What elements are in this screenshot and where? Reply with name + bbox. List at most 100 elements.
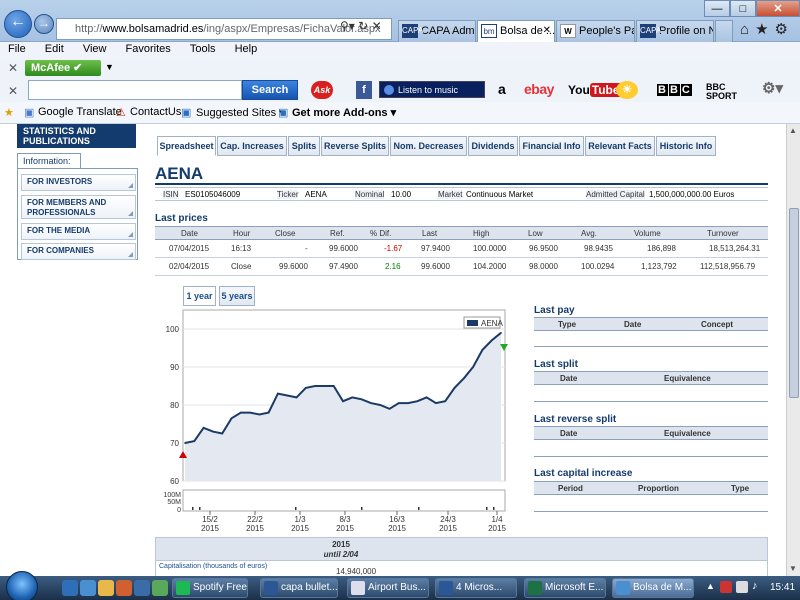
close-tab-icon[interactable]: ✕ [543,21,551,41]
tab-spreadsheet[interactable]: Spreadsheet [157,136,216,156]
stop-icon[interactable]: ✕ [372,19,382,33]
settings-gear-icon[interactable]: ⚙▾ [762,80,783,98]
tab-label: People's Par... [579,25,634,37]
tab-dividends[interactable]: Dividends [468,136,518,156]
network-icon[interactable] [736,581,748,593]
media-quicklaunch-icon[interactable] [116,580,132,596]
tab-cap-increases[interactable]: Cap. Increases [217,136,287,156]
fav-contactus[interactable]: ContactUs [130,106,181,118]
mcafee-button[interactable]: McAfee ✔ [25,60,101,76]
col-date: Date [560,429,578,438]
table-row: 07/04/2015 16:13 - 99.6000 -1.67 97.9400… [155,240,768,258]
tab-financial-info[interactable]: Financial Info [519,136,584,156]
maximize-button[interactable]: □ [730,0,756,17]
tab-favicon: CAPA [402,24,423,38]
tab-label: Profile on N... [659,25,713,37]
close-toolbar-icon[interactable]: ✕ [8,61,18,75]
home-icon[interactable]: ⌂ [740,21,755,38]
menu-help[interactable]: Help [227,42,266,55]
tab-favicon: CAPA [640,24,661,38]
tray-expand-icon[interactable]: ▲ [706,581,715,591]
menu-favorites[interactable]: Favorites [118,42,179,55]
tab-nom-decreases[interactable]: Nom. Decreases [390,136,467,156]
volume-icon[interactable]: ♪ [752,580,758,592]
favorites-star-icon[interactable]: ★ [4,106,14,119]
capital-label: Admitted Capital [586,190,645,199]
nav-statistics-publications[interactable]: STATISTICS AND PUBLICATIONS [17,124,136,148]
minimize-button[interactable]: — [704,0,730,17]
nav-item-members-professionals[interactable]: FOR MEMBERS AND PROFESSIONALS [21,195,136,219]
explorer-quicklaunch-icon[interactable] [80,580,96,596]
menu-edit[interactable]: Edit [37,42,72,55]
y-tick-label: 60 [170,477,179,486]
volume-pane [182,489,506,512]
browser-tab-2[interactable]: bm Bolsa de ... ✕ [477,20,555,42]
cell-turnover: 112,518,956.79 [700,262,756,271]
browser-tab-1[interactable]: CAPACAPA Admi... [398,20,476,42]
nav-item-investors[interactable]: FOR INVESTORS [21,174,136,191]
fav-suggested-sites[interactable]: Suggested Sites ▾ [196,106,285,119]
scroll-up-icon[interactable]: ▲ [789,126,797,135]
taskbar-airport-bus[interactable]: Airport Bus... [347,578,429,598]
fav-get-more-addons[interactable]: Get more Add-ons ▾ [292,106,396,119]
favorites-star-icon[interactable]: ★ [755,21,774,38]
back-button[interactable]: ← [4,10,32,38]
mcafee-dropdown-icon[interactable]: ▼ [105,62,114,72]
range-tab-5-years[interactable]: 5 years [219,286,255,306]
ask-icon[interactable]: Ask [311,81,333,99]
cell-hour: Close [231,262,252,271]
amazon-icon[interactable]: a [498,80,506,98]
nav-item-media[interactable]: FOR THE MEDIA [21,223,136,240]
tab-splits[interactable]: Splits [288,136,320,156]
bbc-icon[interactable]: BBC [657,81,693,99]
start-button[interactable] [6,571,38,600]
facebook-icon[interactable]: f [356,81,372,99]
music-player[interactable]: Listen to music [379,81,485,98]
browser-tab-3[interactable]: WPeople's Par... [556,20,635,42]
nav-item-companies[interactable]: FOR COMPANIES [21,243,136,260]
scroll-down-icon[interactable]: ▼ [789,564,797,573]
refresh-icon[interactable]: ↻ [358,19,368,33]
app-quicklaunch-icon[interactable] [152,580,168,596]
tab-relevant-facts[interactable]: Relevant Facts [585,136,655,156]
taskbar-4-microsoft[interactable]: 4 Micros... [435,578,517,598]
y-tick-label: 100 [166,325,180,334]
search-input[interactable] [28,80,242,100]
browser-tab-4[interactable]: CAPAProfile on N... [636,20,714,42]
gear-icon[interactable]: ⚙ [775,21,794,38]
taskbar-microsoft-excel[interactable]: Microsoft E... [524,578,606,598]
search-dropdown-icon[interactable]: ⚲▾ [340,19,355,33]
taskbar-bolsa-de-madrid[interactable]: Bolsa de M... [612,578,694,598]
tab-reverse-splits[interactable]: Reverse Splits [321,136,389,156]
new-tab-button[interactable] [715,20,733,42]
col-equivalence: Equivalence [664,374,711,383]
desktop-quicklaunch-icon[interactable] [134,580,150,596]
tab-historic-info[interactable]: Historic Info [656,136,716,156]
taskbar-clock[interactable]: 15:41 [770,582,795,593]
forward-button[interactable]: → [34,14,54,34]
close-toolbar-icon[interactable]: ✕ [8,84,18,98]
menu-file[interactable]: File [0,42,34,55]
close-window-button[interactable]: ✕ [756,0,800,17]
menu-tools[interactable]: Tools [182,42,224,55]
y-tick-label: 70 [170,439,179,448]
last-split-footer [534,401,768,402]
taskbar-spotify[interactable]: Spotify Free [172,578,248,598]
menu-view[interactable]: View [75,42,115,55]
scroll-thumb[interactable] [789,208,799,398]
table-row: Capitalisation (thousands of euros) 14,9… [155,561,768,576]
weather-icon[interactable]: ☀ [616,81,638,99]
taskbar-label: Airport Bus... [368,582,426,593]
ebay-icon[interactable]: ebay [524,80,554,98]
taskbar-capa-bullet[interactable]: capa bullet... [260,578,338,598]
range-tab-1-year[interactable]: 1 year [183,286,216,306]
search-button[interactable]: Search [242,80,298,100]
ie-quicklaunch-icon[interactable] [62,580,78,596]
youtube-icon[interactable]: You Tube [568,81,622,99]
vertical-scrollbar[interactable]: ▲ ▼ [786,124,800,576]
antivirus-icon[interactable] [720,581,732,593]
bbc-sport-icon[interactable]: BBC SPORT [706,83,737,101]
play-icon[interactable] [384,85,394,95]
fav-google-translate[interactable]: Google Translate [38,106,122,118]
folder-quicklaunch-icon[interactable] [98,580,114,596]
